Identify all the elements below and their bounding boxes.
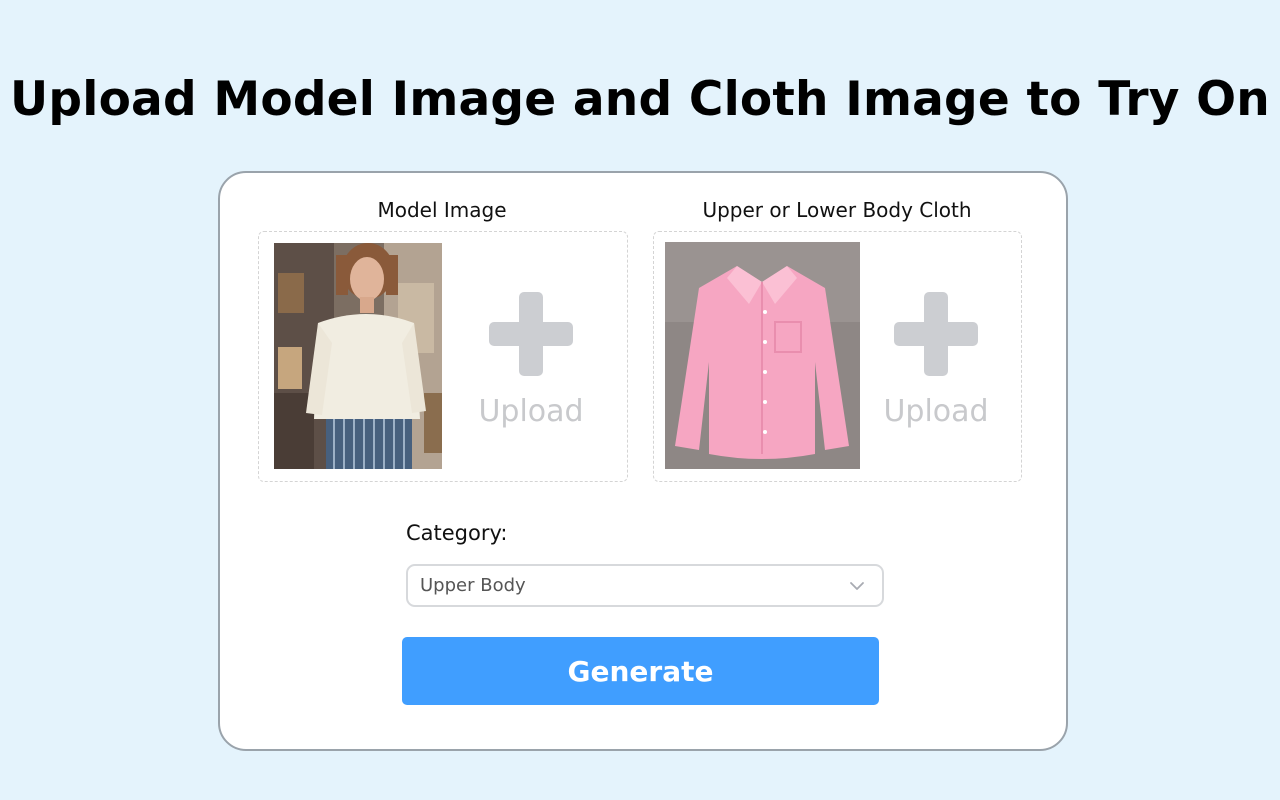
cloth-image-thumbnail[interactable]	[665, 242, 860, 469]
model-upload-button[interactable]: Upload	[471, 292, 591, 452]
plus-icon	[489, 292, 573, 376]
model-image-label: Model Image	[377, 198, 507, 222]
pink-shirt-photo	[665, 242, 860, 469]
model-image-thumbnail[interactable]	[274, 243, 442, 469]
try-on-card: Model Image Upload Upper or Lower Body C…	[218, 171, 1068, 751]
category-selected-value: Upper Body	[420, 575, 526, 596]
cloth-upload-button[interactable]: Upload	[876, 292, 996, 452]
model-image-slot: Upload	[258, 231, 628, 482]
model-upload-label: Upload	[478, 394, 584, 429]
cloth-image-label: Upper or Lower Body Cloth	[702, 198, 972, 222]
category-select[interactable]: Upper Body	[406, 564, 884, 607]
woman-in-white-blouse-photo	[274, 243, 442, 469]
category-label: Category:	[406, 521, 508, 545]
cloth-upload-label: Upload	[883, 394, 989, 429]
generate-button[interactable]: Generate	[402, 637, 879, 705]
page-title: Upload Model Image and Cloth Image to Tr…	[10, 72, 1270, 127]
cloth-image-slot: Upload	[653, 231, 1022, 482]
plus-icon	[894, 292, 978, 376]
chevron-down-icon	[850, 582, 864, 590]
